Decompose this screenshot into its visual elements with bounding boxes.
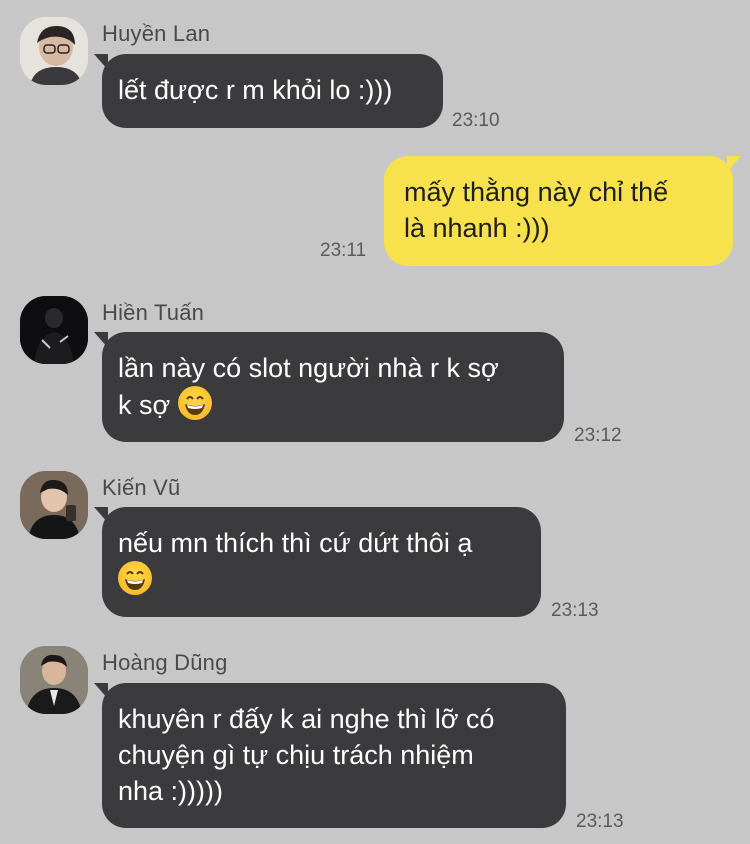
message-bubble[interactable]: lần này có slot người nhà r k sợ k sợ [94,332,564,442]
message-bubble-own[interactable]: mấy thằng này chỉ thế là nhanh :))) [384,156,741,266]
message-bubble[interactable]: khuyên r đấy k ai nghe thì lỡ có chuyện … [94,683,566,828]
grinning-face-with-smiling-eyes-icon [177,386,212,420]
avatar-hien-tuan[interactable] [20,296,88,364]
message-text: lết được r m khỏi lo :))) [118,75,393,105]
message-text: là nhanh :))) [404,213,550,243]
message-time: 23:10 [452,110,500,131]
message-text: khuyên r đấy k ai nghe thì lỡ có [118,704,495,734]
avatar-photo-icon [20,17,88,85]
avatar-photo-icon [20,471,88,539]
message-text: lần này có slot người nhà r k sợ [118,353,499,383]
avatar-photo-icon [20,646,88,714]
sender-name: Kiến Vũ [102,475,181,500]
grinning-face-with-smiling-eyes-icon [118,561,152,595]
message-time: 23:13 [551,600,599,621]
avatar-hoang-dung[interactable] [20,646,88,714]
message-bubble[interactable]: nếu mn thích thì cứ dứt thôi ạ [94,507,541,617]
message-text: mấy thằng này chỉ thế [404,177,669,207]
sender-name: Huyền Lan [102,21,211,46]
sender-name: Hiền Tuấn [102,300,205,325]
message-time: 23:12 [574,425,622,446]
avatar-kien-vu[interactable] [20,471,88,539]
message-time: 23:11 [320,240,367,261]
avatar-huyen-lan[interactable] [20,17,88,85]
message-bubble[interactable]: lết được r m khỏi lo :))) [94,54,443,128]
message-text: nha :))))) [118,776,224,806]
avatar-photo-icon [20,296,88,364]
sender-name: Hoàng Dũng [102,650,228,675]
message-text: k sợ [118,390,171,420]
message-time: 23:13 [576,811,624,832]
message-text: nếu mn thích thì cứ dứt thôi ạ [118,528,473,558]
message-text: chuyện gì tự chịu trách nhiệm [118,740,474,770]
